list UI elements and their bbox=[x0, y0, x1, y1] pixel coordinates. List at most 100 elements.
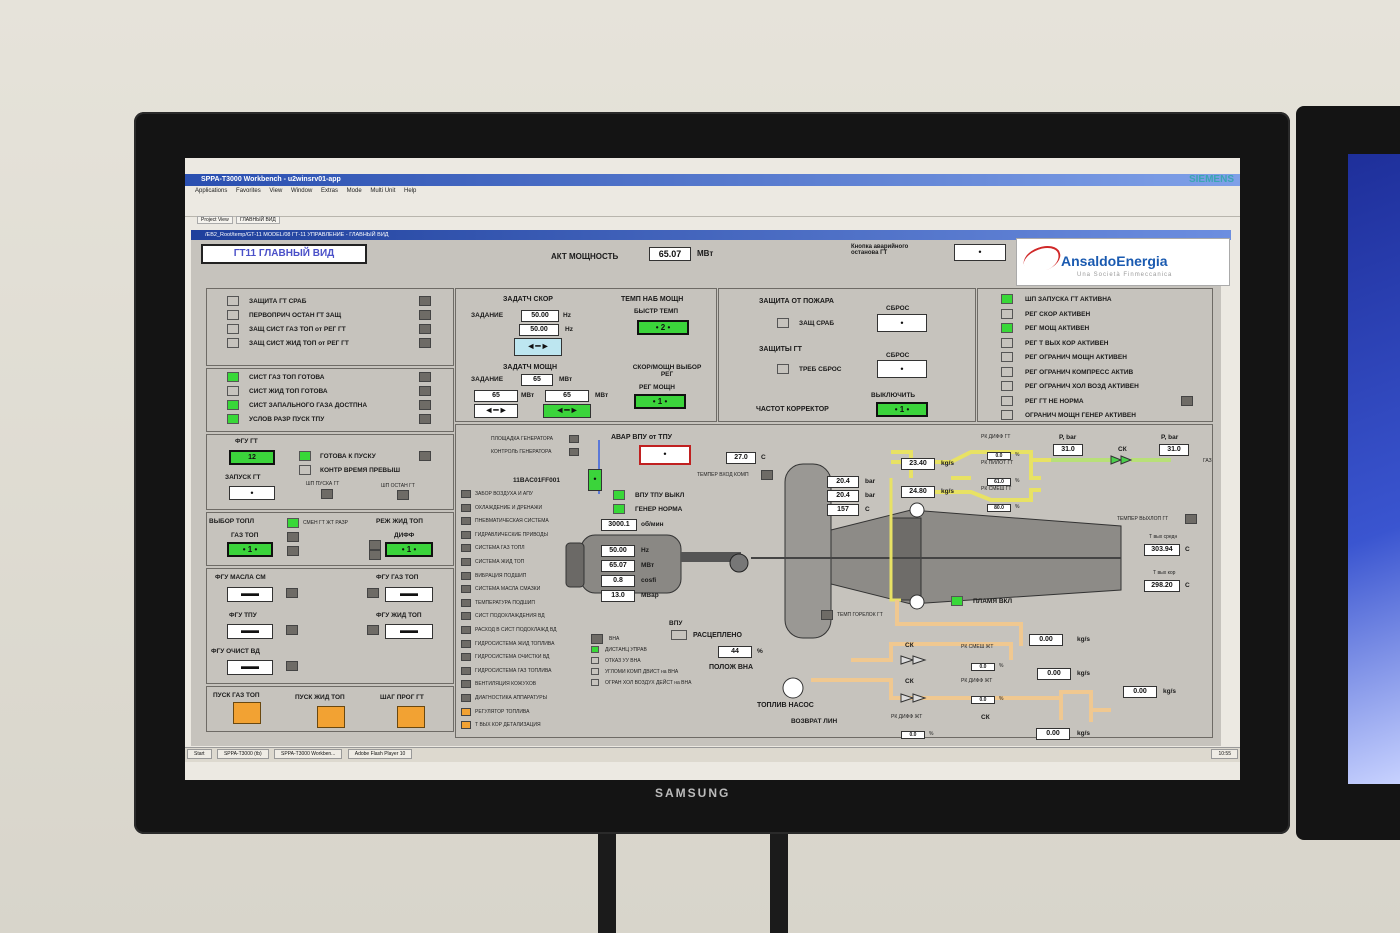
menu-window[interactable]: Window bbox=[291, 188, 312, 194]
tab-main-view[interactable]: ГЛАВНЫЙ ВИД bbox=[236, 216, 280, 224]
pump-label: ТОПЛИВ НАСОС bbox=[757, 702, 814, 709]
vna-note-3: ОГРАН ХОЛ ВОЗДУХ ДЕЙСТ на ВНА bbox=[605, 680, 692, 686]
liquid-valve-icon bbox=[900, 655, 915, 665]
tpu-off-label: ВПУ ТПУ ВЫКЛ bbox=[635, 492, 685, 499]
menu-mode[interactable]: Mode bbox=[347, 188, 362, 194]
gen-hz: 50.00 bbox=[601, 545, 635, 557]
gen-mw: 65.07 bbox=[601, 560, 635, 572]
menu-extras[interactable]: Extras bbox=[321, 188, 338, 194]
monitor-stand-right bbox=[770, 830, 788, 933]
vna-note-indicator bbox=[591, 668, 599, 675]
toolbar bbox=[185, 196, 1240, 217]
dist-indicator bbox=[591, 646, 599, 653]
rk-pilot-gt-unit: % bbox=[1015, 478, 1020, 484]
sk-valve-icon-2 bbox=[1120, 455, 1133, 465]
t-exh-cor-label: Т вых кор bbox=[1153, 570, 1176, 576]
gas-flow-1: 23.40 bbox=[901, 458, 935, 470]
menu-view[interactable]: View bbox=[269, 188, 282, 194]
gen-mvar-unit: МВар bbox=[641, 592, 659, 599]
temp-1: 157 bbox=[827, 504, 859, 516]
second-monitor-screen bbox=[1348, 154, 1400, 784]
gen-mw-unit: МВт bbox=[641, 562, 655, 569]
menu-help[interactable]: Help bbox=[404, 188, 416, 194]
t-exh-cor-unit: С bbox=[1185, 582, 1190, 589]
gen-ok-label: ГЕНЕР НОРМА bbox=[635, 506, 683, 513]
vna-pos-label: ПОЛОЖ ВНА bbox=[709, 664, 754, 671]
menu-applications[interactable]: Applications bbox=[195, 188, 227, 194]
alarm-tpu-label: АВАР ВПУ от ТПУ bbox=[611, 434, 672, 441]
rk-mix-zht-label: РК СМЕШ ЖТ bbox=[961, 644, 994, 650]
liquid-pipe bbox=[811, 600, 1111, 722]
liquid-flow-4-unit: kg/s bbox=[1077, 730, 1091, 737]
vna-value: 44 bbox=[718, 646, 752, 658]
pbar-1-value: 31.0 bbox=[1053, 444, 1083, 456]
gear-icon bbox=[729, 553, 749, 573]
burner-fan-icon-2 bbox=[909, 594, 925, 610]
rk-diff-zht-unit: % bbox=[999, 696, 1004, 702]
sk-label: СК bbox=[1118, 446, 1127, 453]
clock: 10:55 bbox=[1211, 749, 1238, 759]
rk-pilot-gt-label: РК ПИЛОТ ГТ bbox=[981, 460, 1014, 466]
disengaged-label: РАСЦЕПЛЕНО bbox=[693, 632, 742, 639]
inlet-temp-value: 27.0 bbox=[726, 452, 756, 464]
vna-label: ВНА bbox=[609, 636, 620, 642]
liquid-valve-icon-4 bbox=[912, 693, 927, 703]
gen-mvar: 13.0 bbox=[601, 590, 635, 602]
disengaged-indicator bbox=[671, 630, 687, 640]
gas-flow-2: 24.80 bbox=[901, 486, 935, 498]
rpm-unit: об/мин bbox=[641, 521, 664, 528]
rk-diff-zht-label-2: РК ДИФФ ЖТ bbox=[891, 714, 923, 720]
rpm-value: 3000.1 bbox=[601, 519, 637, 531]
temp-1-unit: С bbox=[865, 506, 870, 513]
gen-cos: 0.8 bbox=[601, 575, 635, 587]
t-exh-cor-value: 298.20 bbox=[1144, 580, 1180, 592]
liquid-flow-1-unit: kg/s bbox=[1077, 636, 1091, 643]
taskbar-item[interactable]: Adobe Flash Player 10 bbox=[347, 749, 413, 759]
rk-diff-zht-unit-2: % bbox=[929, 731, 934, 737]
liquid-flow-2-unit: kg/s bbox=[1077, 670, 1091, 677]
gas-in-label: ГАЗ bbox=[1203, 458, 1212, 464]
taskbar-item[interactable]: SPPA-T3000 (tb) bbox=[216, 749, 269, 759]
sk-liquid-label: СК bbox=[905, 642, 914, 649]
burner-temp-label: ТЕМП ГОРЕЛОК ГТ bbox=[837, 612, 883, 618]
tab-project-view[interactable]: Project View bbox=[197, 216, 233, 224]
t-exh-avg-label: Т вых средн bbox=[1149, 534, 1178, 540]
siemens-logo: SIEMENS bbox=[1188, 174, 1234, 185]
tpu-off-indicator bbox=[613, 490, 625, 500]
liquid-valve-icon-3 bbox=[900, 693, 915, 703]
menu-favorites[interactable]: Favorites bbox=[236, 188, 261, 194]
sk-valve-icon bbox=[1110, 455, 1123, 465]
pbar-1-label: P, bar bbox=[1059, 434, 1077, 441]
start-button[interactable]: Start bbox=[187, 749, 212, 759]
monitor-stand-left bbox=[598, 830, 616, 933]
t-exh-avg-unit: С bbox=[1185, 546, 1190, 553]
liquid-flow-3: 0.00 bbox=[1123, 686, 1157, 698]
liquid-flow-4: 0.00 bbox=[1036, 728, 1070, 740]
return-label: ВОЗВРАТ ЛИН bbox=[791, 718, 838, 725]
vna-unit: % bbox=[757, 648, 763, 655]
liquid-flow-3-unit: kg/s bbox=[1163, 688, 1177, 695]
flame-label: ПЛАМЯ ВКЛ bbox=[973, 598, 1013, 605]
vna-note-indicator bbox=[591, 657, 599, 664]
pbar-2-value: 31.0 bbox=[1159, 444, 1189, 456]
rk-diff-gt-unit: % bbox=[1015, 452, 1020, 458]
pressure-1-unit: bar bbox=[865, 478, 876, 485]
tpu-switch[interactable]: • bbox=[588, 469, 602, 491]
rk-mix-zht-unit: % bbox=[999, 663, 1004, 669]
monitor-brand: SAMSUNG bbox=[655, 786, 731, 800]
pressure-1: 20.4 bbox=[827, 476, 859, 488]
gas-flow-1-unit: kg/s bbox=[941, 460, 955, 467]
inlet-temp-lamp bbox=[761, 470, 773, 480]
liquid-flow-2: 0.00 bbox=[1037, 668, 1071, 680]
menu-multi-unit[interactable]: Multi Unit bbox=[370, 188, 395, 194]
generator-endcap-icon bbox=[565, 542, 585, 588]
menu-bar: Applications Favorites View Window Extra… bbox=[185, 186, 1240, 196]
screen: SPPA-T3000 Workbench - u2winsrv01-app SI… bbox=[185, 158, 1240, 780]
window-titlebar[interactable]: SPPA-T3000 Workbench - u2winsrv01-app bbox=[185, 174, 1240, 186]
exh-temp-label: ТЕМПЕР ВЫХЛОП ГТ bbox=[1117, 516, 1169, 522]
inlet-temp-unit: С bbox=[761, 454, 766, 461]
flame-indicator bbox=[951, 596, 963, 606]
gas-flow-2-unit: kg/s bbox=[941, 488, 955, 495]
taskbar-item[interactable]: SPPA-T3000 Workben... bbox=[274, 749, 343, 759]
alarm-tpu-button[interactable]: • bbox=[639, 445, 691, 465]
